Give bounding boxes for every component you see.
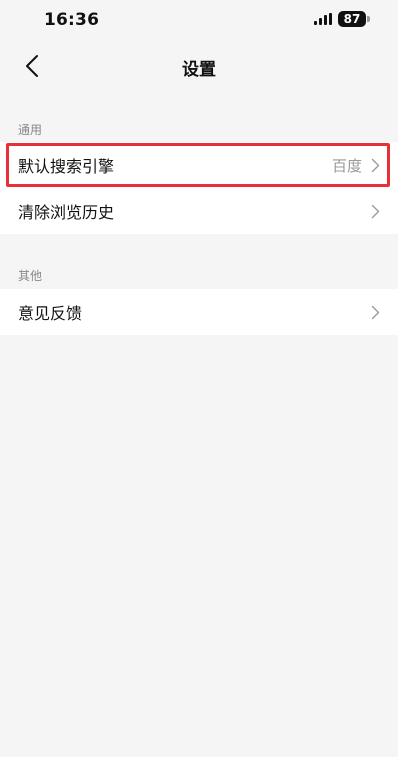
default-search-engine-row[interactable]: 默认搜索引擎 百度 (0, 142, 398, 188)
chevron-right-icon (370, 203, 380, 219)
settings-group-general: 默认搜索引擎 百度 清除浏览历史 (0, 142, 398, 234)
clear-history-label: 清除浏览历史 (18, 203, 115, 222)
signal-icon (314, 13, 332, 25)
section-header-other: 其他 (18, 269, 43, 283)
default-search-engine-value: 百度 (331, 156, 362, 175)
chevron-right-icon (370, 157, 380, 173)
battery-level: 87 (338, 11, 366, 27)
battery-icon: 87 (338, 10, 370, 28)
status-bar: 16:36 87 (0, 0, 398, 40)
default-search-engine-label: 默认搜索引擎 (18, 157, 115, 176)
status-time: 16:36 (44, 10, 100, 30)
feedback-label: 意见反馈 (18, 304, 83, 323)
chevron-right-icon (370, 304, 380, 320)
settings-group-other: 意见反馈 (0, 289, 398, 335)
page-title: 设置 (182, 60, 216, 80)
nav-bar: 设置 (0, 40, 398, 94)
section-header-general: 通用 (18, 123, 43, 137)
feedback-row[interactable]: 意见反馈 (0, 289, 398, 335)
clear-history-row[interactable]: 清除浏览历史 (0, 188, 398, 234)
